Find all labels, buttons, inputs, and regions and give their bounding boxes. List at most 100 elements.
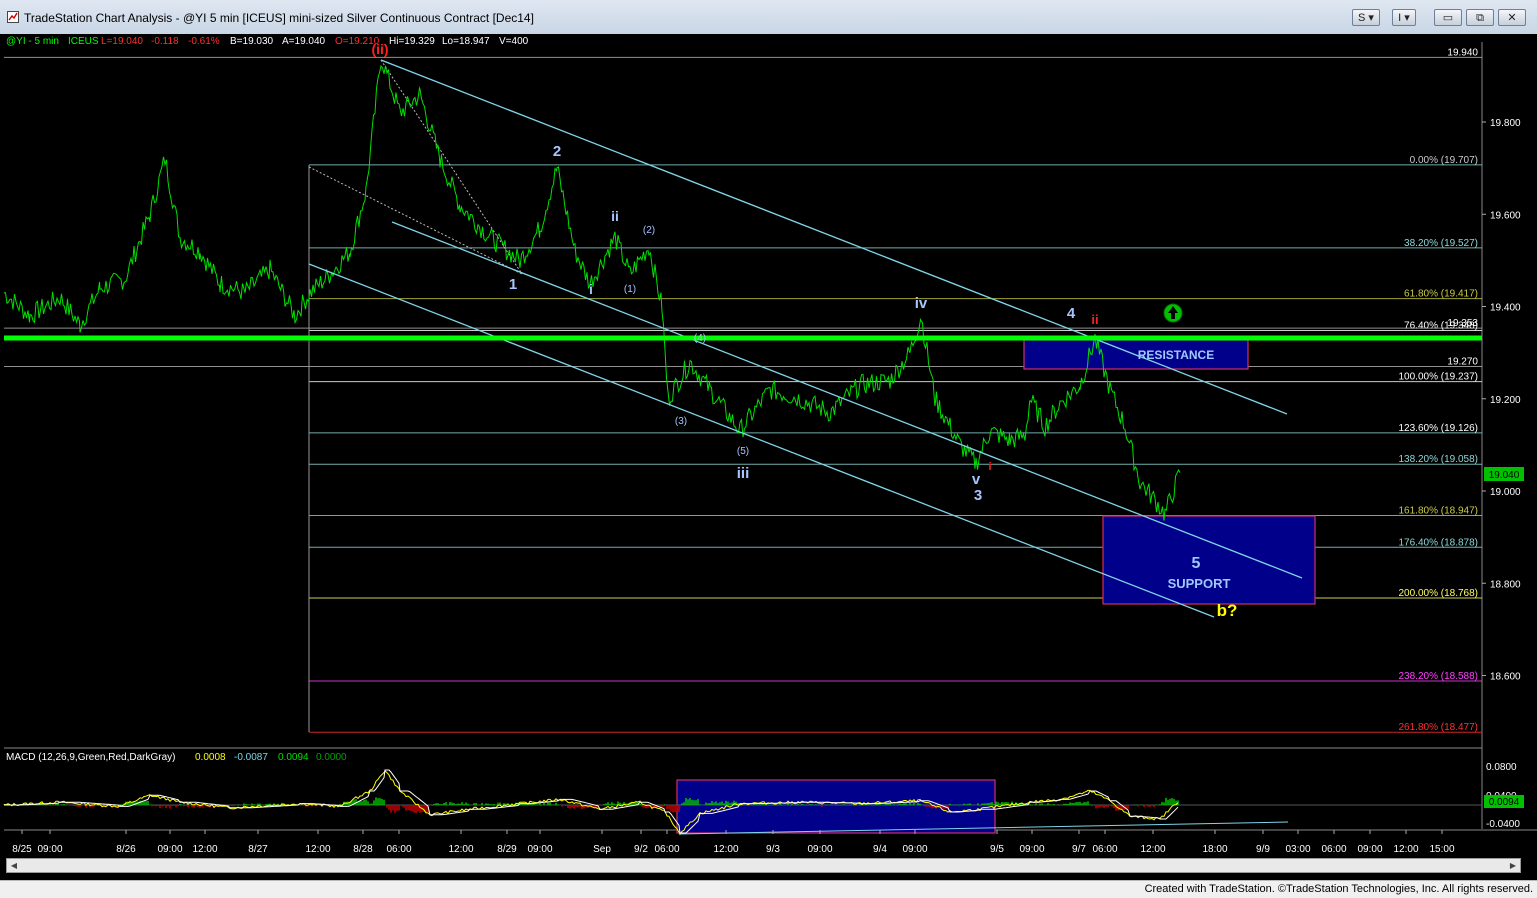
scroll-left-icon[interactable]: ◀ [8, 860, 20, 871]
time-tick-label: 9/2 [634, 844, 648, 855]
macd-scale-1: 0.0800 [1486, 762, 1517, 773]
close-button[interactable]: ✕ [1498, 9, 1526, 26]
quote-volume: V=400 [499, 36, 529, 47]
horizontal-scrollbar[interactable]: ◀ ▶ [6, 858, 1521, 873]
restore-button[interactable]: ⧉ [1466, 9, 1494, 26]
restore-icon: ⧉ [1476, 12, 1484, 24]
price-tick-label: 18.800 [1490, 579, 1521, 590]
price-tick-label: 19.000 [1490, 487, 1521, 498]
macd-value-3: 0.0094 [278, 752, 309, 763]
wave-label-2: 2 [553, 143, 561, 160]
close-icon: ✕ [1507, 12, 1517, 24]
level-label: 19.940 [1447, 47, 1478, 58]
time-tick-label: 12:00 [1140, 844, 1165, 855]
status-bar: Created with TradeStation. ©TradeStation… [0, 880, 1537, 898]
fib-label: 61.80% (19.417) [1404, 289, 1478, 300]
wave-label-b: b? [1217, 601, 1238, 620]
macd-label: MACD (12,26,9,Green,Red,DarkGray) [6, 752, 176, 763]
time-tick-label: 12:00 [192, 844, 217, 855]
time-tick-label: 15:00 [1429, 844, 1454, 855]
fib-label: 261.80% (18.477) [1398, 722, 1478, 733]
time-tick-label: 09:00 [37, 844, 62, 855]
wave-label-3: 3 [974, 487, 982, 504]
wave-label-ii-red: ii [1091, 312, 1098, 327]
minimize-icon: ▭ [1442, 12, 1454, 24]
time-tick-label: Sep [593, 844, 611, 855]
time-tick-label: 12:00 [448, 844, 473, 855]
quote-last: L=19.040 [101, 36, 143, 47]
time-tick-label: 09:00 [1019, 844, 1044, 855]
s-button-label: S [1358, 12, 1366, 24]
symbol-i-button[interactable]: I ▾ [1392, 9, 1416, 26]
time-tick-label: 09:00 [902, 844, 927, 855]
wave-label-ii: ii [611, 208, 619, 224]
fib-label: 161.80% (18.947) [1398, 505, 1478, 516]
macd-value-1: 0.0008 [195, 752, 226, 763]
price-chart[interactable]: @YI - 5 min ICEUS L=19.040 -0.118 -0.61%… [0, 34, 1537, 880]
time-tick-label: 8/28 [353, 844, 373, 855]
window-titlebar: TradeStation Chart Analysis - @YI 5 min … [0, 0, 1537, 35]
up-arrow-icon [1163, 303, 1183, 323]
fib-label: 38.20% (19.527) [1404, 238, 1478, 249]
price-tick-label: 19.600 [1490, 210, 1521, 221]
fib-label: 176.40% (18.878) [1398, 537, 1478, 548]
time-tick-label: 18:00 [1202, 844, 1227, 855]
macd-current-label: 0.0094 [1489, 797, 1520, 808]
chart-background [0, 34, 1537, 880]
wave-label-ii-major: (ii) [371, 41, 388, 57]
price-tick-label: 19.200 [1490, 395, 1521, 406]
chart-frame[interactable]: @YI - 5 min ICEUS L=19.040 -0.118 -0.61%… [0, 34, 1537, 880]
time-tick-label: 09:00 [527, 844, 552, 855]
fib-label: 123.60% (19.126) [1398, 423, 1478, 434]
quote-high: Hi=19.329 [389, 36, 435, 47]
level-label: 19.270 [1447, 356, 1478, 367]
price-tick-label: 19.400 [1490, 303, 1521, 314]
time-tick-label: 9/3 [766, 844, 780, 855]
time-tick-label: 12:00 [713, 844, 738, 855]
quote-bid: B=19.030 [230, 36, 274, 47]
fib-label: 200.00% (18.768) [1398, 588, 1478, 599]
quote-pct: -0.61% [188, 36, 220, 47]
wave-label-1: 1 [509, 276, 517, 293]
time-tick-label: 9/5 [990, 844, 1004, 855]
time-tick-label: 8/29 [497, 844, 517, 855]
support-label: SUPPORT [1168, 576, 1231, 591]
macd-value-4: 0.0000 [316, 752, 347, 763]
app-icon [7, 11, 19, 23]
fib-label: 0.00% (19.707) [1410, 155, 1478, 166]
wave-label-sub-5: (5) [737, 446, 749, 457]
time-tick-label: 9/4 [873, 844, 887, 855]
wave-label-iv: iv [915, 295, 928, 312]
wave-label-sub-2: (2) [643, 225, 655, 236]
time-tick-label: 06:00 [654, 844, 679, 855]
time-tick-label: 12:00 [305, 844, 330, 855]
wave-label-i-red: i [988, 461, 991, 473]
time-tick-label: 03:00 [1285, 844, 1310, 855]
time-tick-label: 06:00 [386, 844, 411, 855]
quote-symbol: @YI - 5 min [6, 36, 59, 47]
price-tick-label: 19.800 [1490, 118, 1521, 129]
macd-scale-3: -0.0400 [1486, 819, 1520, 830]
time-tick-label: 09:00 [157, 844, 182, 855]
time-tick-label: 9/9 [1256, 844, 1270, 855]
i-button-label: I [1398, 12, 1402, 24]
time-tick-label: 06:00 [1321, 844, 1346, 855]
quote-change: -0.118 [151, 36, 179, 47]
symbol-s-button[interactable]: S ▾ [1352, 9, 1380, 26]
quote-exchange: ICEUS [68, 36, 99, 47]
scroll-right-icon[interactable]: ▶ [1507, 860, 1519, 871]
wave-label-sub-4: (4) [694, 333, 706, 344]
wave-label-sub-1: (1) [624, 284, 636, 295]
minimize-button[interactable]: ▭ [1434, 9, 1462, 26]
fib-label: 138.20% (19.058) [1398, 454, 1478, 465]
credit-text: Created with TradeStation. ©TradeStation… [1144, 883, 1533, 895]
wave-label-iii: iii [737, 465, 750, 482]
wave-label-4: 4 [1067, 305, 1076, 322]
time-tick-label: 09:00 [807, 844, 832, 855]
quote-ask: A=19.040 [282, 36, 326, 47]
price-tick-label: 18.600 [1490, 672, 1521, 683]
wave-label-i: i [589, 281, 593, 297]
quote-low: Lo=18.947 [442, 36, 490, 47]
time-tick-label: 06:00 [1092, 844, 1117, 855]
wave-label-sub-3: (3) [675, 416, 687, 427]
